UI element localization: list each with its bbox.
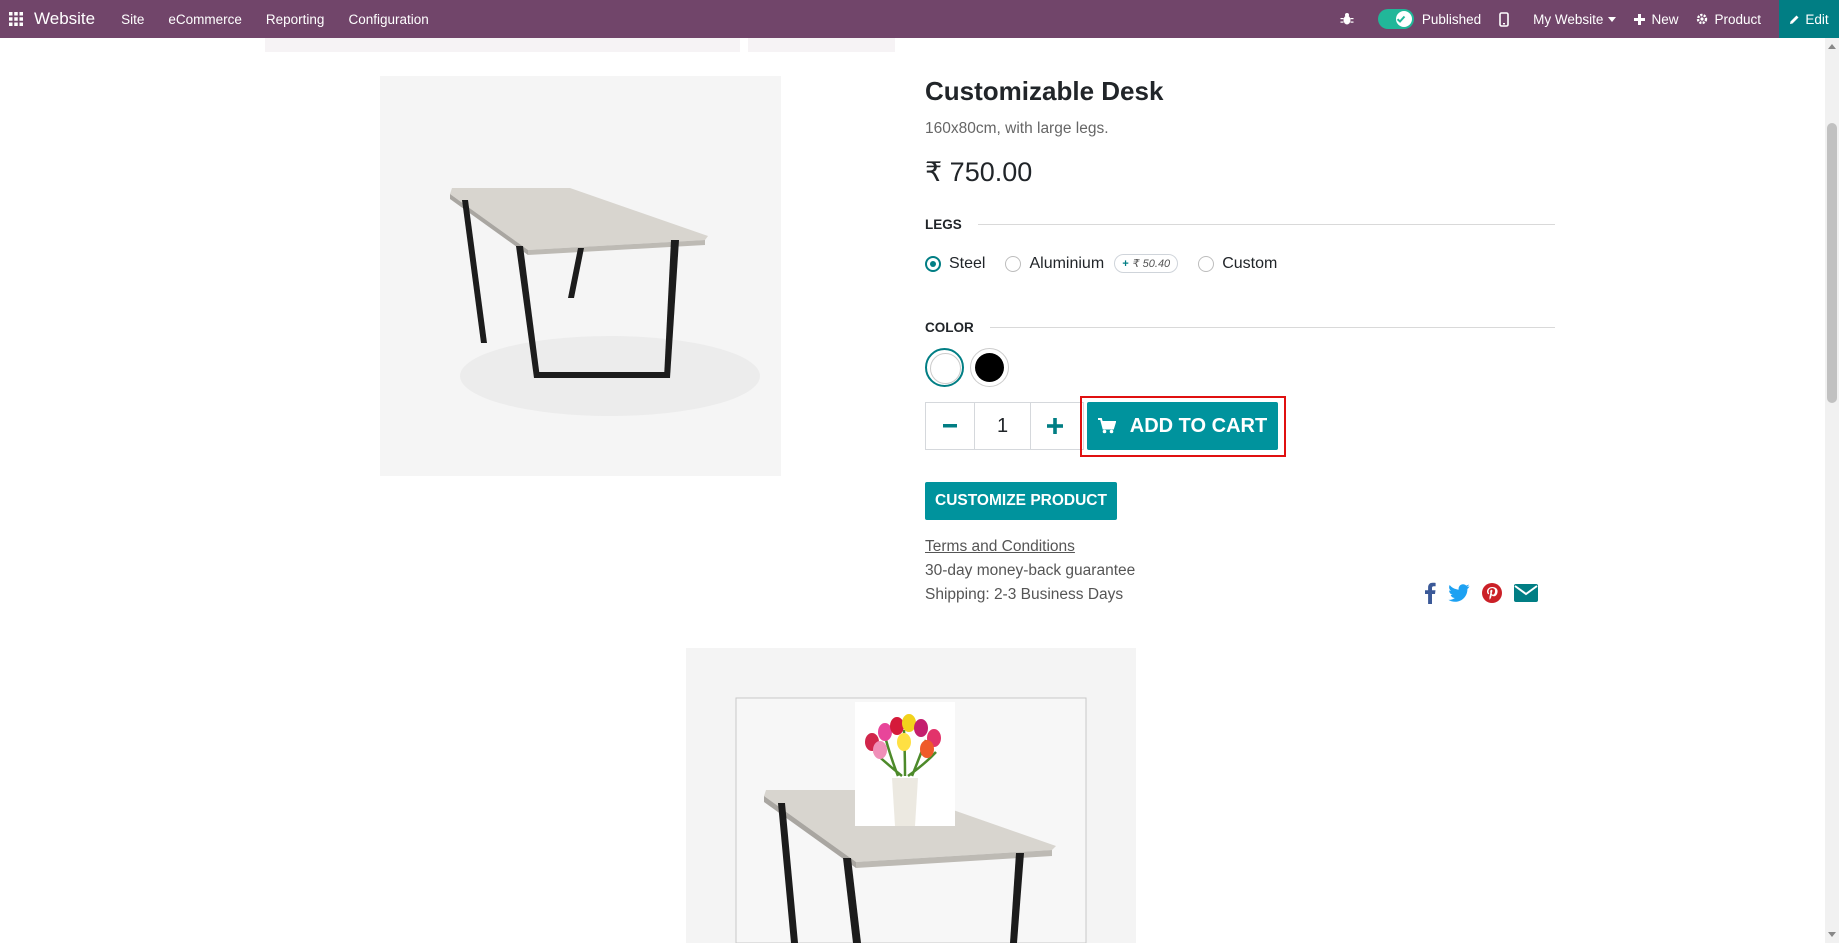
edit-label: Edit	[1805, 11, 1829, 27]
facebook-icon[interactable]	[1424, 582, 1436, 604]
quantity-decrease-button[interactable]	[926, 403, 974, 449]
caret-down-icon	[1608, 16, 1617, 22]
plus-icon	[1047, 418, 1063, 434]
shipping-text: Shipping: 2-3 Business Days	[925, 586, 1124, 603]
customize-product-button[interactable]: CUSTOMIZE PRODUCT	[925, 482, 1117, 520]
debug-bug-icon[interactable]	[1340, 12, 1360, 26]
add-to-cart-label: ADD TO CART	[1129, 414, 1268, 437]
product-settings-button[interactable]: Product	[1696, 12, 1761, 27]
menu-configuration[interactable]: Configuration	[348, 12, 428, 27]
top-navbar: Website Site eCommerce Reporting Configu…	[0, 0, 1839, 38]
quantity-stepper: 1	[925, 402, 1084, 450]
menu-reporting[interactable]: Reporting	[266, 12, 325, 27]
legs-option-steel[interactable]: Steel	[925, 255, 985, 273]
scroll-down-arrow-icon[interactable]	[1828, 932, 1836, 937]
color-swatch-black[interactable]	[970, 348, 1009, 387]
menu-site[interactable]: Site	[121, 12, 144, 27]
product-title: Customizable Desk	[925, 76, 1164, 106]
published-label: Published	[1421, 11, 1482, 27]
share-links	[1424, 582, 1550, 604]
divider	[977, 224, 1555, 225]
email-icon[interactable]	[1514, 584, 1538, 602]
price-extra-badge: + ₹ 50.40	[1114, 254, 1179, 273]
page-scrollbar[interactable]	[1825, 38, 1839, 943]
color-attribute-header: COLOR	[925, 320, 1555, 335]
edit-button[interactable]: Edit	[1779, 0, 1839, 38]
product-label: Product	[1714, 11, 1761, 27]
radio-steel[interactable]	[925, 255, 941, 272]
color-swatch-white[interactable]	[925, 348, 964, 387]
divider	[989, 327, 1555, 328]
mobile-preview-icon[interactable]	[1499, 11, 1515, 27]
new-label: New	[1651, 11, 1679, 27]
color-label: COLOR	[925, 320, 974, 335]
extra-prefix: +	[1122, 258, 1129, 270]
legs-option-label: Aluminium	[1029, 254, 1105, 272]
terms-link[interactable]: Terms and Conditions	[925, 538, 1075, 556]
check-icon	[1395, 11, 1412, 27]
radio-aluminium[interactable]	[1005, 255, 1022, 272]
legs-option-label: Custom	[1222, 254, 1278, 272]
twitter-icon[interactable]	[1448, 584, 1470, 602]
my-website-label: My Website	[1533, 11, 1604, 27]
add-to-cart-button[interactable]: ADD TO CART	[1087, 402, 1278, 450]
shopping-cart-icon	[1097, 418, 1116, 434]
product-gallery-image[interactable]	[686, 648, 1136, 943]
breadcrumb-bar	[265, 38, 740, 52]
radio-custom[interactable]	[1198, 255, 1215, 272]
extra-price: ₹ 50.40	[1132, 258, 1171, 270]
menu-ecommerce[interactable]: eCommerce	[168, 12, 242, 27]
legs-option-label: Steel	[949, 254, 986, 272]
search-bar-remnant	[748, 38, 895, 52]
product-price: ₹ 750.00	[925, 157, 1033, 187]
product-main-image[interactable]	[380, 76, 781, 476]
pencil-icon	[1790, 15, 1799, 24]
scrollbar-thumb[interactable]	[1827, 123, 1837, 403]
apps-menu-icon[interactable]	[0, 0, 32, 38]
my-website-dropdown[interactable]: My Website	[1533, 11, 1617, 27]
pinterest-icon[interactable]	[1482, 583, 1502, 603]
app-brand[interactable]: Website	[34, 9, 95, 29]
color-swatches	[925, 348, 1015, 387]
new-button[interactable]: New	[1634, 12, 1678, 27]
legs-option-custom[interactable]: Custom	[1198, 255, 1277, 273]
published-switch[interactable]	[1377, 9, 1414, 29]
legs-attribute-header: LEGS	[925, 217, 1555, 232]
product-description: 160x80cm, with large legs.	[925, 120, 1109, 137]
publish-toggle[interactable]: Published	[1377, 9, 1482, 29]
legs-label: LEGS	[925, 217, 962, 232]
minus-icon	[943, 424, 957, 428]
legs-option-aluminium[interactable]: Aluminium	[1005, 255, 1104, 273]
guarantee-text: 30-day money-back guarantee	[925, 562, 1136, 579]
quantity-input[interactable]: 1	[974, 403, 1031, 449]
quantity-increase-button[interactable]	[1031, 403, 1079, 449]
legs-options: Steel Aluminium + ₹ 50.40 Custom	[925, 254, 1297, 273]
scroll-up-arrow-icon[interactable]	[1828, 44, 1836, 49]
